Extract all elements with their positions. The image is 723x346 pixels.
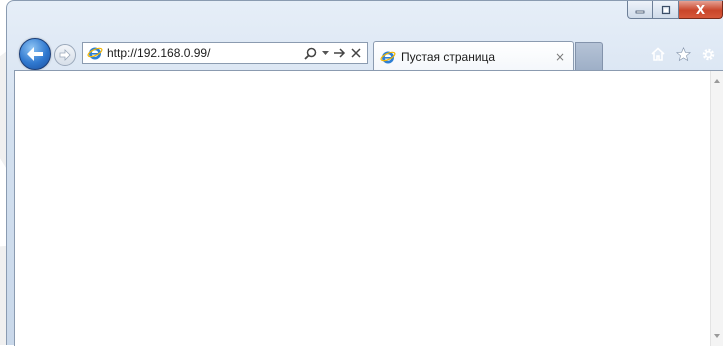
- ie-logo-icon: [380, 51, 396, 63]
- vertical-scrollbar[interactable]: [710, 71, 723, 346]
- scroll-down-icon[interactable]: [714, 334, 720, 338]
- address-tools: [304, 45, 361, 61]
- browser-window: X http://192.168.0.99/ Пустая страница ×: [6, 0, 723, 346]
- go-arrow-icon[interactable]: [334, 45, 346, 61]
- minimize-icon: [635, 10, 645, 13]
- address-url[interactable]: http://192.168.0.99/: [107, 46, 304, 60]
- close-label: X: [695, 2, 706, 17]
- search-icon[interactable]: [304, 45, 317, 61]
- forward-arrow-icon: [59, 49, 71, 61]
- page-content[interactable]: [14, 70, 723, 346]
- back-button[interactable]: [19, 38, 51, 70]
- address-bar[interactable]: http://192.168.0.99/: [82, 42, 368, 64]
- settings-gear-icon[interactable]: [700, 46, 716, 62]
- caption-buttons: X: [627, 1, 723, 21]
- back-arrow-icon: [27, 47, 43, 61]
- favorites-star-icon[interactable]: [675, 46, 691, 62]
- tab-label: Пустая страница: [401, 49, 496, 64]
- home-icon[interactable]: [650, 46, 666, 62]
- maximize-button[interactable]: [653, 1, 679, 19]
- new-tab-button[interactable]: [575, 42, 603, 70]
- tab-blank-page[interactable]: Пустая страница ×: [373, 41, 574, 71]
- close-button[interactable]: X: [679, 1, 723, 19]
- navigation-bar: http://192.168.0.99/ Пустая страница ×: [7, 37, 723, 71]
- forward-button[interactable]: [54, 44, 76, 66]
- tab-close-button[interactable]: ×: [555, 50, 565, 64]
- stop-icon[interactable]: [351, 45, 361, 61]
- maximize-icon: [661, 5, 670, 14]
- dropdown-icon[interactable]: [322, 45, 329, 61]
- ie-logo-icon: [87, 47, 103, 60]
- command-icons: [650, 46, 716, 62]
- scroll-up-icon[interactable]: [714, 79, 720, 83]
- minimize-button[interactable]: [627, 1, 653, 19]
